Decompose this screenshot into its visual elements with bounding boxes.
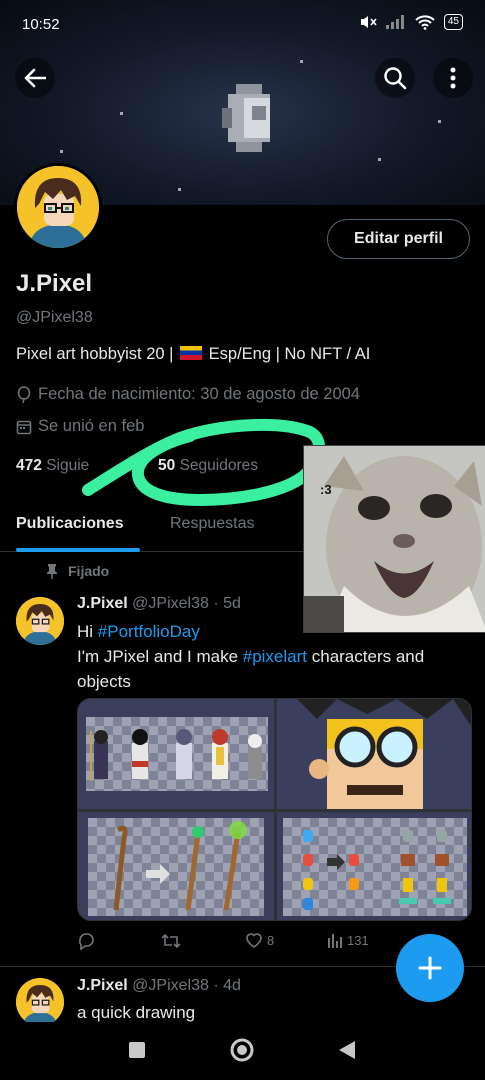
cat-caption: :3	[320, 482, 332, 497]
venezuela-flag-icon	[180, 346, 203, 360]
post-line2-suffix: characters and	[307, 647, 425, 666]
media-characters[interactable]	[78, 699, 274, 809]
view-count: 131	[347, 932, 369, 948]
repost-icon	[161, 933, 181, 949]
arrow-left-icon	[24, 68, 46, 88]
profile-name: J.Pixel	[16, 270, 93, 297]
joined-row: Se unió en feb	[16, 417, 144, 436]
post2-handle-time: @JPixel38 · 4d	[132, 977, 241, 994]
post2-author-name[interactable]: J.Pixel	[77, 977, 128, 994]
more-options-button[interactable]	[433, 58, 473, 98]
reply-icon	[79, 933, 94, 950]
tab-publicaciones[interactable]: Publicaciones	[16, 515, 124, 533]
media-staffs[interactable]	[78, 812, 274, 920]
recents-icon[interactable]	[128, 1041, 146, 1059]
calendar-icon	[16, 420, 32, 434]
bar-chart-icon	[328, 934, 342, 948]
post2-header: J.Pixel @JPixel38 · 4d	[77, 977, 241, 995]
followers-label: Seguidores	[179, 457, 258, 474]
back-button[interactable]	[15, 58, 55, 98]
bio-text-languages: Esp/Eng | No NFT / AI	[208, 345, 371, 363]
post-body: Hi #PortfolioDay I'm JPixel and I make #…	[77, 619, 472, 694]
tab-respuestas[interactable]: Respuestas	[170, 515, 255, 533]
post-line2: I'm JPixel and I make	[77, 647, 243, 666]
character-sprite-1	[90, 730, 108, 781]
post-author-name[interactable]: J.Pixel	[77, 595, 128, 612]
profile-avatar[interactable]	[14, 163, 102, 251]
pinned-text: Fijado	[68, 563, 110, 579]
moon-image	[222, 84, 276, 152]
profile-bio: Pixel art hobbyist 20 | Esp/Eng | No NFT…	[16, 345, 370, 364]
post-media-grid	[77, 698, 472, 921]
follow-stats: 472 Siguie 50 Seguidores	[16, 457, 258, 475]
post-line1: Hi	[77, 622, 98, 641]
search-icon	[384, 67, 407, 90]
status-time: 10:52	[22, 16, 60, 33]
media-items[interactable]	[277, 812, 471, 920]
post-header: J.Pixel @JPixel38 · 5d	[77, 595, 241, 613]
wifi-icon	[415, 14, 435, 30]
bio-text: Pixel art hobbyist 20 |	[16, 345, 174, 363]
hashtag-portfolioday[interactable]: #PortfolioDay	[98, 622, 200, 641]
hashtag-pixelart[interactable]: #pixelart	[243, 647, 307, 666]
following-label: Siguie	[46, 457, 90, 474]
home-icon[interactable]	[230, 1038, 254, 1062]
birthdate-text: Fecha de nacimiento: 30 de agosto de 200…	[38, 385, 360, 403]
followers-link[interactable]: 50 Seguidores	[158, 457, 258, 475]
more-vertical-icon	[450, 67, 456, 89]
mute-icon	[360, 16, 377, 28]
status-bar: 10:52 45	[0, 0, 485, 48]
heart-icon	[246, 933, 262, 948]
battery-icon: 45	[443, 14, 463, 30]
following-count: 472	[16, 457, 42, 474]
plus-icon	[418, 956, 442, 980]
like-count: 8	[267, 932, 275, 948]
cat-meme-image: :3	[303, 445, 485, 633]
like-button[interactable]: 8	[245, 932, 274, 948]
search-button[interactable]	[375, 58, 415, 98]
profile-handle: @JPixel38	[16, 309, 93, 326]
following-link[interactable]: 472 Siguie	[16, 457, 89, 474]
pin-icon	[47, 564, 57, 579]
post-handle-time: @JPixel38 · 5d	[132, 595, 241, 612]
back-nav-icon[interactable]	[338, 1040, 356, 1060]
views-button[interactable]: 131	[327, 932, 369, 948]
system-nav-bar	[0, 1022, 485, 1080]
joined-text: Se unió en feb	[38, 417, 145, 435]
balloon-icon	[17, 385, 31, 403]
post2-avatar[interactable]	[16, 978, 64, 1026]
compose-button[interactable]	[396, 934, 464, 1002]
media-portrait[interactable]	[277, 699, 471, 809]
birthdate-row: Fecha de nacimiento: 30 de agosto de 200…	[16, 385, 360, 404]
followers-count: 50	[158, 457, 176, 474]
pinned-label: Fijado	[46, 563, 109, 579]
edit-profile-button[interactable]: Editar perfil	[327, 219, 470, 259]
reply-button[interactable]	[77, 932, 95, 950]
repost-button[interactable]	[161, 932, 181, 950]
post-line3: objects	[77, 672, 131, 691]
active-tab-indicator	[16, 548, 140, 552]
signal-icon	[385, 15, 404, 29]
post-avatar[interactable]	[16, 597, 64, 645]
